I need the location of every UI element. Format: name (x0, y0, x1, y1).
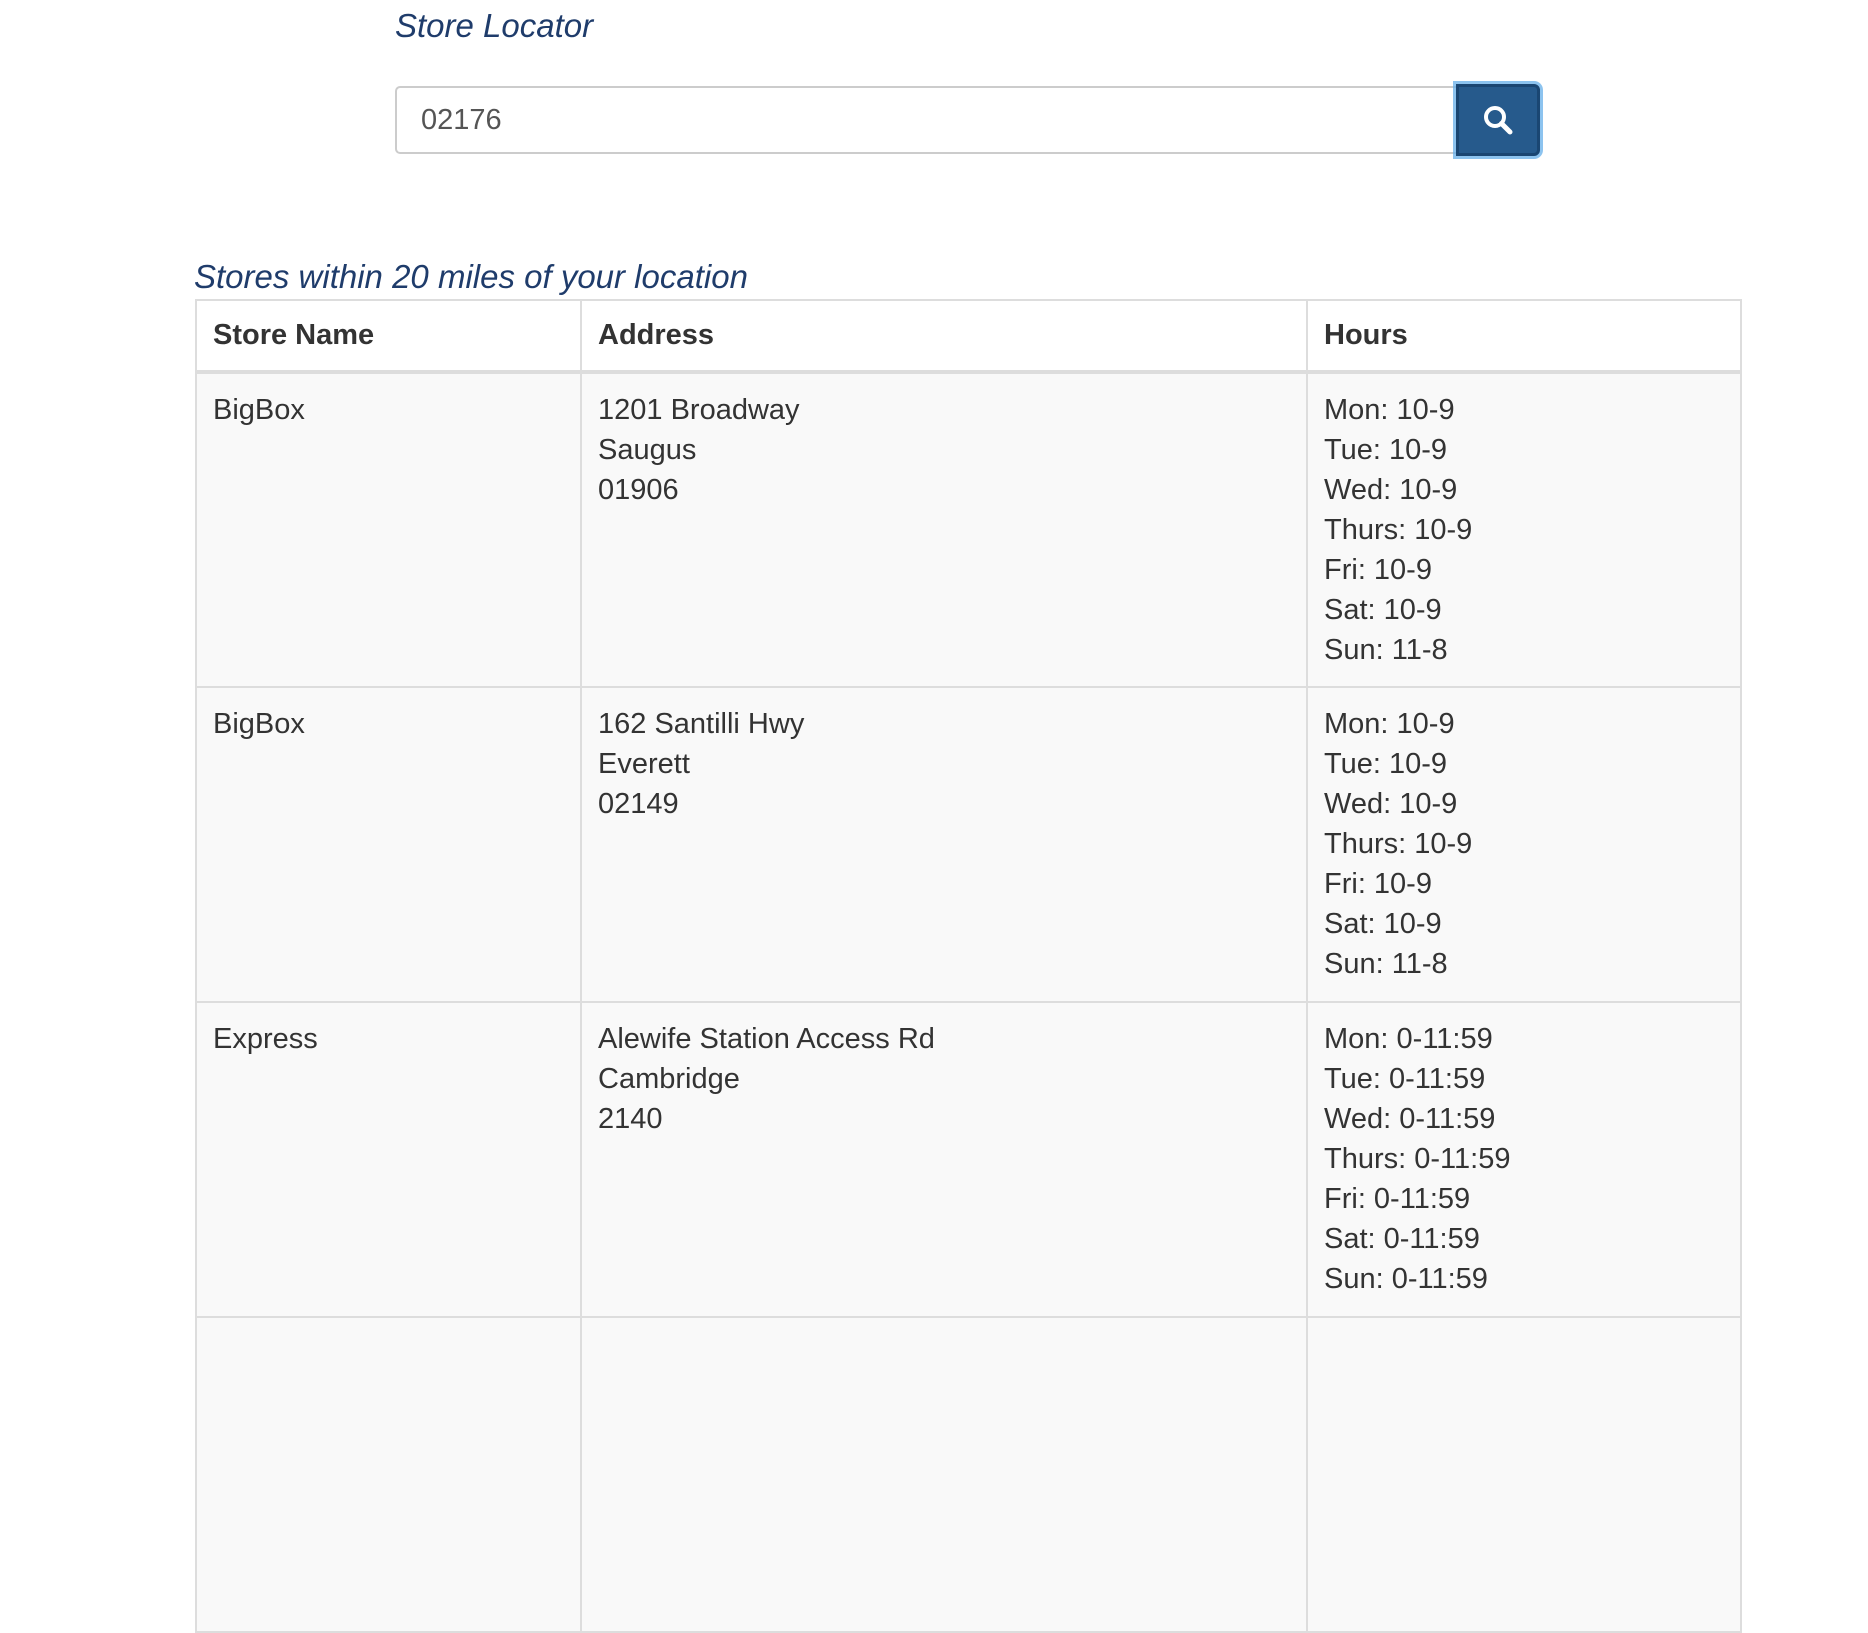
search-icon (1482, 104, 1514, 136)
hours-line: Sun: 0-11:59 (1324, 1263, 1488, 1295)
hours-line: Mon: 0-11:59 (1324, 1023, 1493, 1055)
column-header-hours: Hours (1306, 299, 1742, 374)
table-row: Express Alewife Station Access Rd Cambridg… (195, 1001, 1742, 1318)
page-title: Store Locator (395, 7, 594, 44)
hours-line: Sun: 11-8 (1324, 634, 1448, 666)
address-line: 2140 (598, 1103, 663, 1135)
hours-line: Mon: 10-9 (1324, 394, 1455, 426)
store-address-cell: Alewife Station Access Rd Cambridge 2140 (580, 1001, 1308, 1318)
table-row: BigBox 1201 Broadway Saugus 01906 Mon: 10-9 T… (195, 371, 1742, 688)
hours-line: Wed: 10-9 (1324, 788, 1458, 820)
table-row (195, 1316, 1742, 1633)
address-line: 02149 (598, 788, 679, 820)
stores-table: Store Name Address Hours BigBox 1201 Broa… (195, 299, 1742, 1633)
address-line: Alewife Station Access Rd (598, 1023, 935, 1055)
hours-line: Tue: 10-9 (1324, 748, 1448, 780)
store-hours-cell (1306, 1316, 1742, 1633)
store-name-cell: BigBox (195, 686, 582, 1003)
address-line: 162 Santilli Hwy (598, 708, 805, 740)
zip-search-input[interactable] (395, 86, 1459, 154)
address-line: Cambridge (598, 1063, 740, 1095)
store-hours-cell: Mon: 10-9 Tue: 10-9 Wed: 10-9 Thurs: 10-9 Fr… (1306, 371, 1742, 688)
hours-line: Fri: 0-11:59 (1324, 1183, 1471, 1215)
hours-line: Sat: 10-9 (1324, 594, 1442, 626)
table-header-row: Store Name Address Hours (195, 299, 1742, 374)
address-line: 01906 (598, 474, 679, 506)
store-name: BigBox (213, 708, 305, 740)
hours-line: Tue: 10-9 (1324, 434, 1448, 466)
hours-line: Fri: 10-9 (1324, 868, 1432, 900)
store-address-cell: 1201 Broadway Saugus 01906 (580, 371, 1308, 688)
hours-line: Mon: 10-9 (1324, 708, 1455, 740)
hours-line: Thurs: 10-9 (1324, 828, 1473, 860)
store-name: Express (213, 1023, 318, 1055)
table-row: BigBox 162 Santilli Hwy Everett 02149 Mon: 1… (195, 686, 1742, 1003)
hours-line: Sat: 0-11:59 (1324, 1223, 1480, 1255)
address-line: 1201 Broadway (598, 394, 800, 426)
store-hours-cell: Mon: 10-9 Tue: 10-9 Wed: 10-9 Thurs: 10-9 Fr… (1306, 686, 1742, 1003)
hours-line: Wed: 0-11:59 (1324, 1103, 1496, 1135)
hours-line: Sat: 10-9 (1324, 908, 1442, 940)
column-header-store-name: Store Name (195, 299, 582, 374)
address-line: Everett (598, 748, 690, 780)
store-name-cell: Express (195, 1001, 582, 1318)
hours-line: Thurs: 0-11:59 (1324, 1143, 1511, 1175)
hours-line: Sun: 11-8 (1324, 948, 1448, 980)
store-name: BigBox (213, 394, 305, 426)
hours-line: Wed: 10-9 (1324, 474, 1458, 506)
stores-table-body: BigBox 1201 Broadway Saugus 01906 Mon: 10-9 T… (195, 371, 1742, 1633)
store-address-cell: 162 Santilli Hwy Everett 02149 (580, 686, 1308, 1003)
results-heading: Stores within 20 miles of your location (194, 258, 748, 295)
hours-line: Thurs: 10-9 (1324, 514, 1473, 546)
address-line: Saugus (598, 434, 697, 466)
store-hours-cell: Mon: 0-11:59 Tue: 0-11:59 Wed: 0-11:59 Thur… (1306, 1001, 1742, 1318)
store-name-cell (195, 1316, 582, 1633)
hours-line: Tue: 0-11:59 (1324, 1063, 1486, 1095)
search-button[interactable] (1456, 84, 1540, 156)
store-name-cell: BigBox (195, 371, 582, 688)
store-address-cell (580, 1316, 1308, 1633)
column-header-address: Address (580, 299, 1308, 374)
search-form (395, 84, 1540, 156)
hours-line: Fri: 10-9 (1324, 554, 1432, 586)
